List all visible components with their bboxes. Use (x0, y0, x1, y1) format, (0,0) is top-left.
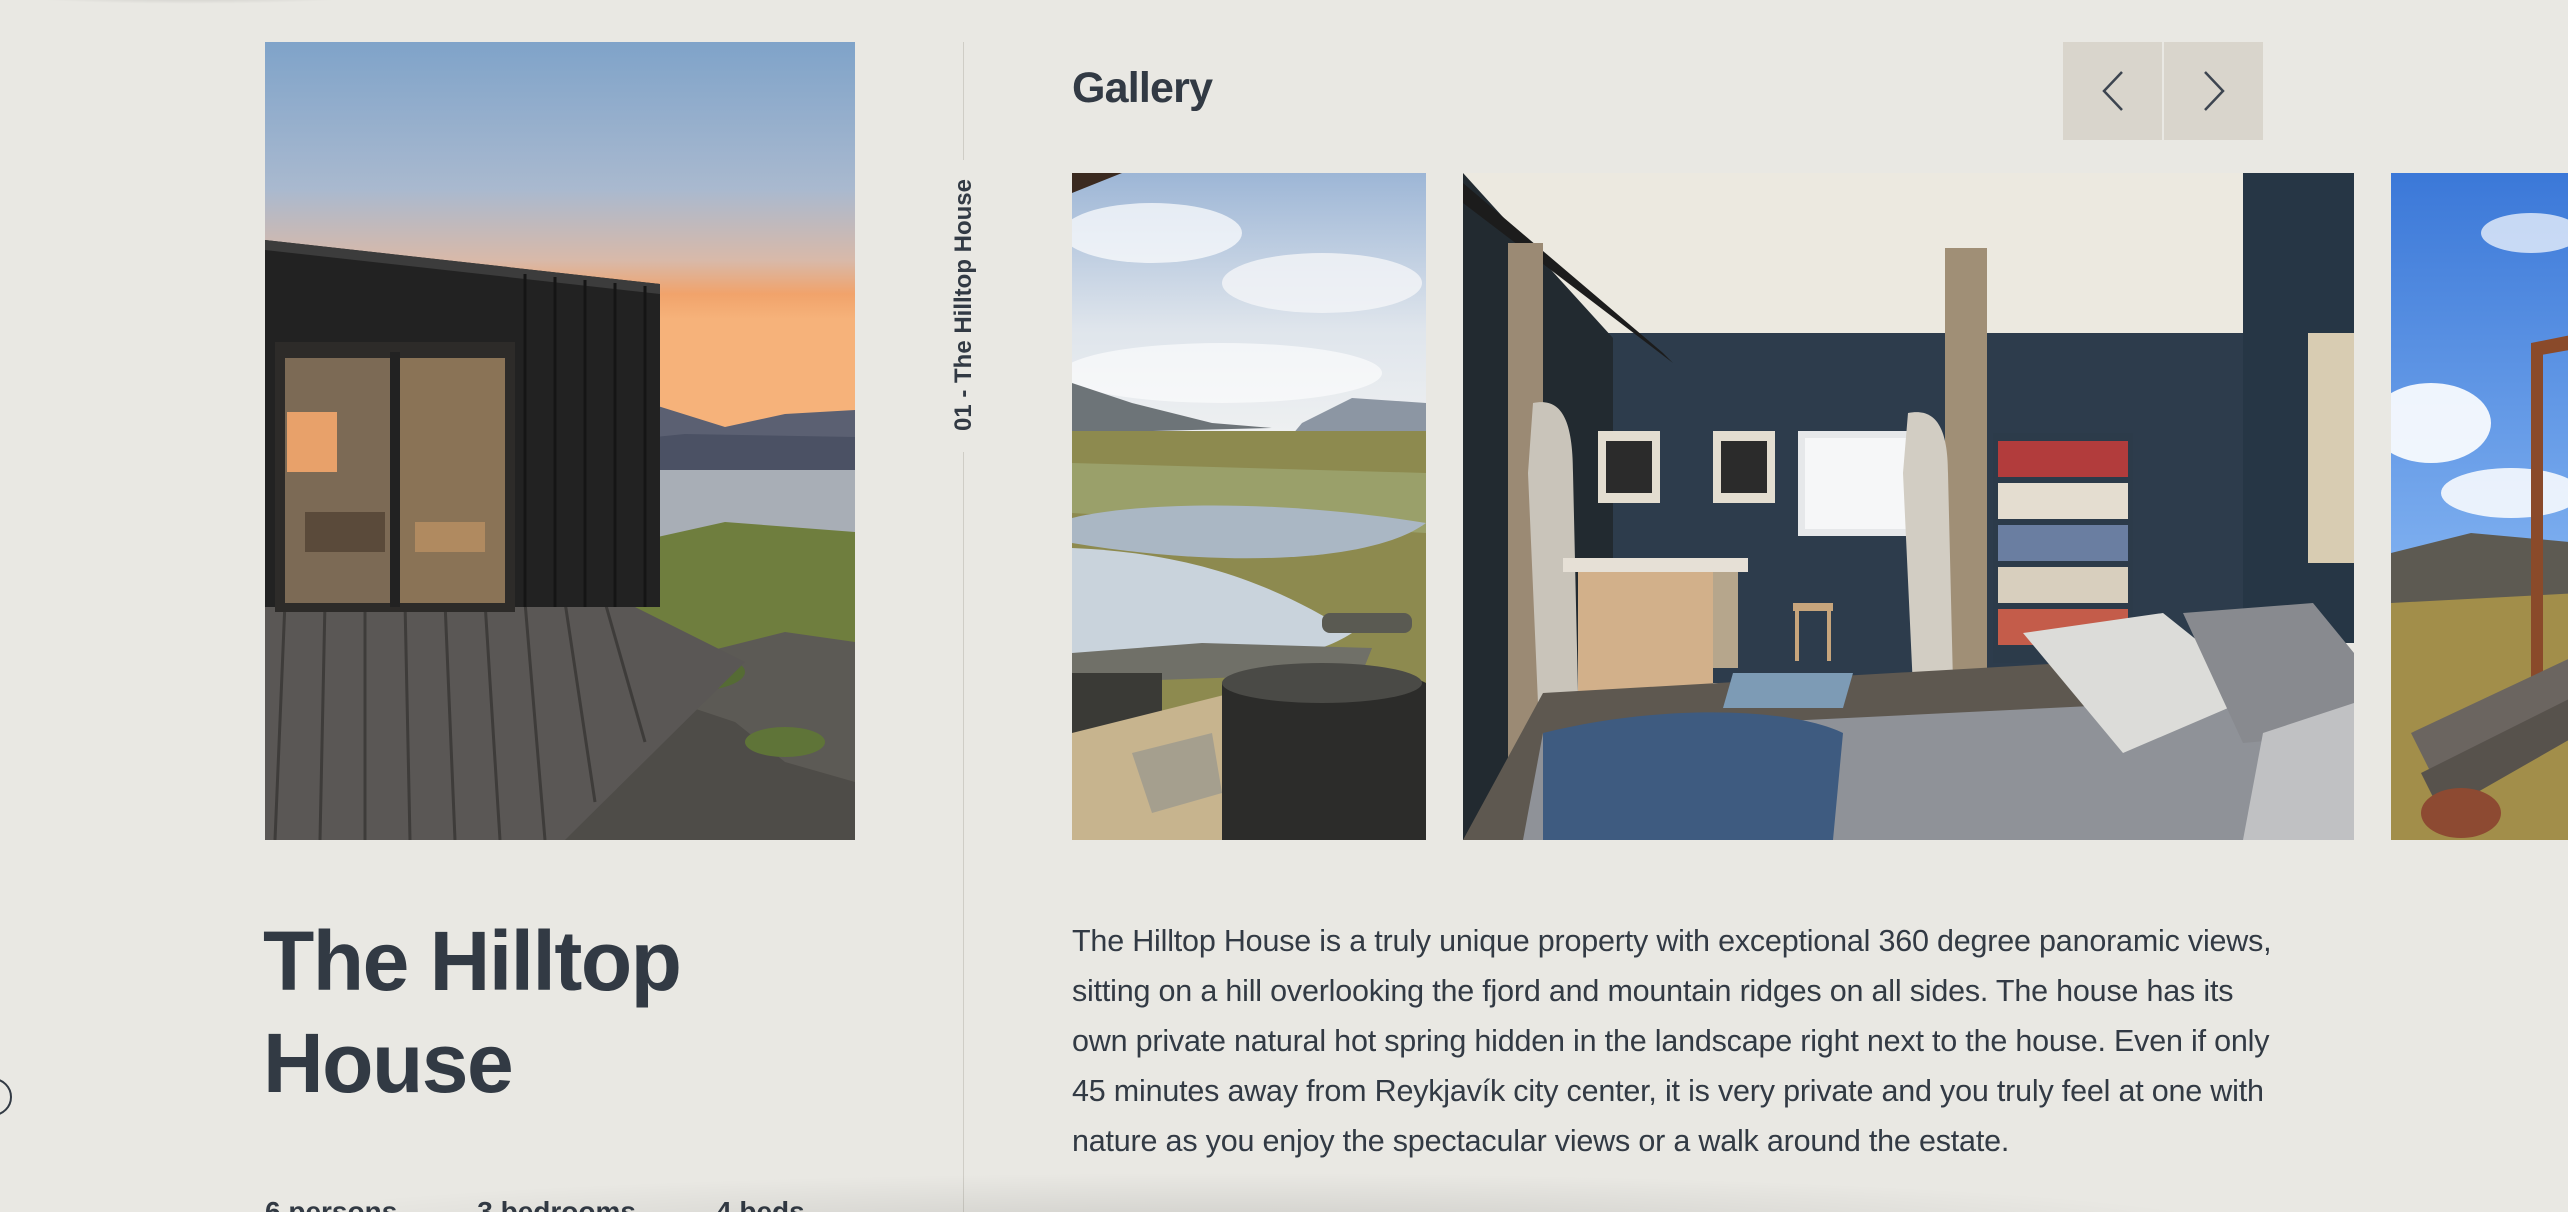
scroll-indicator-icon[interactable] (0, 1078, 12, 1116)
gallery-next-button[interactable] (2164, 42, 2263, 140)
top-shadow (0, 0, 380, 4)
chevron-right-icon (2203, 71, 2225, 111)
gallery-image-bedroom[interactable] (1463, 173, 2354, 840)
property-description: The Hilltop House is a truly unique prop… (1072, 924, 2272, 1158)
stat-bedrooms: 3 bedrooms (477, 1196, 636, 1212)
gallery-title: Gallery (1072, 64, 1213, 112)
section-label: 01 - The Hilltop House (944, 178, 984, 432)
vertical-divider (963, 42, 964, 160)
section-label-text: 01 - The Hilltop House (950, 178, 977, 432)
vertical-divider (963, 452, 964, 1212)
stat-persons: 6 persons (265, 1196, 398, 1212)
property-stats: 6 persons 3 bedrooms 4 beds (265, 1196, 805, 1212)
gallery-prev-button[interactable] (2063, 42, 2162, 140)
gallery-image-outdoor[interactable] (2391, 173, 2568, 840)
property-title: The Hilltop House (263, 914, 682, 1110)
stat-beds: 4 beds (715, 1196, 805, 1212)
property-page: The Hilltop House 6 persons 3 bedrooms 4… (0, 0, 2568, 1212)
gallery-image-hot-spring[interactable] (1072, 173, 1426, 840)
main-property-photo (265, 42, 855, 840)
chevron-left-icon (2101, 71, 2123, 111)
